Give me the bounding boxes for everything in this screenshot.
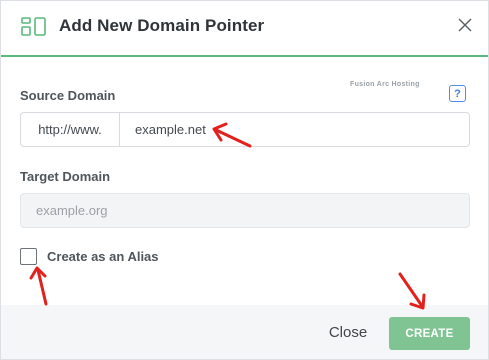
dialog-footer: Close CREATE	[1, 305, 488, 359]
create-button[interactable]: CREATE	[389, 317, 470, 350]
help-icon[interactable]: ?	[449, 85, 466, 102]
source-domain-input-group: http://www.	[20, 112, 470, 147]
add-domain-pointer-dialog: Add New Domain Pointer Source Domain Fus…	[0, 0, 489, 360]
watermark-text: Fusion Arc Hosting	[350, 81, 420, 88]
dialog-header: Add New Domain Pointer	[1, 1, 488, 57]
alias-checkbox-label[interactable]: Create as an Alias	[47, 249, 159, 264]
source-domain-input[interactable]	[120, 113, 469, 146]
close-icon[interactable]	[456, 16, 474, 34]
target-domain-label: Target Domain	[20, 169, 111, 184]
alias-checkbox[interactable]	[20, 248, 37, 265]
url-prefix: http://www.	[21, 113, 120, 146]
domain-pointer-icon	[21, 17, 46, 36]
source-domain-label: Source Domain	[20, 88, 116, 103]
target-domain-input[interactable]	[20, 193, 470, 228]
close-button[interactable]: Close	[321, 321, 375, 343]
dialog-title: Add New Domain Pointer	[59, 16, 265, 35]
